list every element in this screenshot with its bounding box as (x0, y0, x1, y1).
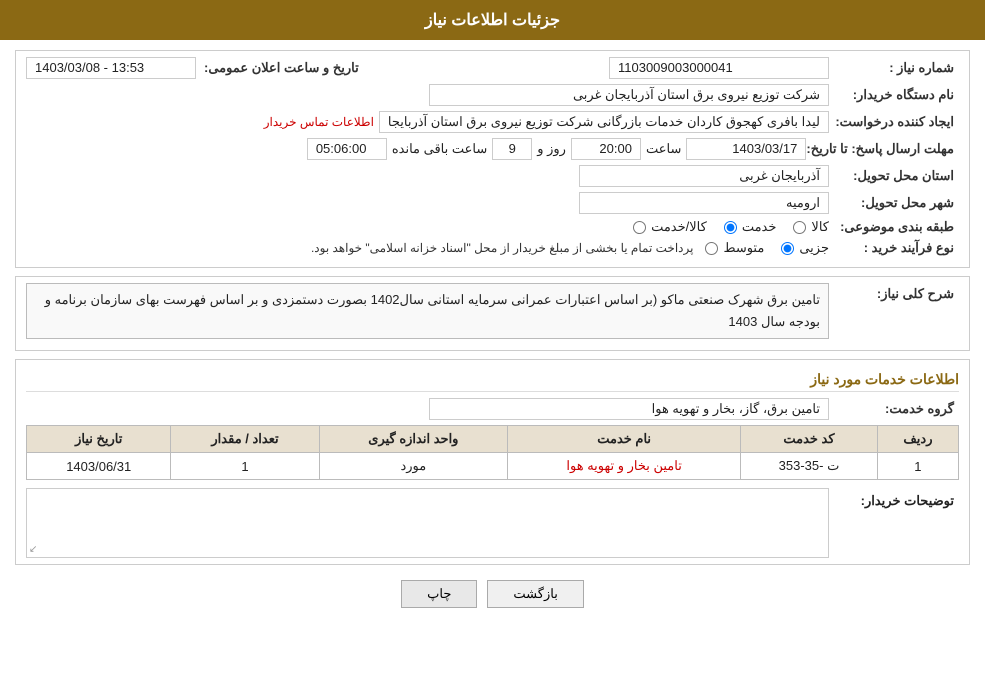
send-time-label: ساعت (646, 141, 681, 157)
category-khedmat-radio[interactable] (724, 221, 737, 234)
page-title: جزئیات اطلاعات نیاز (425, 12, 560, 29)
category-khedmat-label: خدمت (742, 219, 777, 235)
cell-date: 1403/06/31 (27, 453, 171, 480)
row-service-group: گروه خدمت: تامین برق، گاز، بخار و تهویه … (26, 398, 959, 420)
payment-note: پرداخت تمام یا بخشی از مبلغ خریدار از مح… (311, 241, 694, 255)
purchase-type-label: نوع فرآیند خرید : (829, 240, 959, 256)
category-kala-khedmat-label: کالا/خدمت (651, 219, 707, 235)
col-header-code: کد خدمت (741, 426, 878, 453)
buttons-row: بازگشت چاپ (15, 580, 970, 608)
page-header: جزئیات اطلاعات نیاز (0, 0, 985, 40)
description-value: تامین برق شهرک صنعتی ماکو (بر اساس اعتبا… (26, 283, 829, 339)
description-label: شرح کلی نیاز: (829, 283, 959, 302)
items-table: ردیف کد خدمت نام خدمت واحد اندازه گیری ت… (26, 425, 959, 480)
items-table-body: 1 ت -35-353 تامین بخار و تهویه هوا مورد … (27, 453, 959, 480)
print-button[interactable]: چاپ (401, 580, 477, 608)
buyer-org-value: شرکت توزیع نیروی برق استان آذربایجان غرب… (429, 84, 829, 106)
send-days-value: 9 (492, 138, 532, 160)
service-info-section: اطلاعات خدمات مورد نیاز گروه خدمت: تامین… (15, 359, 970, 565)
col-header-row: ردیف (877, 426, 958, 453)
buyer-notes-label: توضیحات خریدار: (829, 488, 959, 509)
items-table-header: ردیف کد خدمت نام خدمت واحد اندازه گیری ت… (27, 426, 959, 453)
items-table-header-row: ردیف کد خدمت نام خدمت واحد اندازه گیری ت… (27, 426, 959, 453)
cell-unit: مورد (319, 453, 508, 480)
city-label: شهر محل تحویل: (829, 195, 959, 211)
row-province: استان محل تحویل: آذربایجان غربی (26, 165, 959, 187)
purchase-motavasset-radio[interactable] (705, 242, 718, 255)
buyer-notes-section: توضیحات خریدار: ↙ (26, 488, 959, 558)
need-number-label: شماره نیاز : (829, 60, 959, 76)
purchase-jozi: جزیی (779, 240, 829, 256)
cell-name: تامین بخار و تهویه هوا (508, 453, 741, 480)
row-need-number: شماره نیاز : 1103009003000041 تاریخ و سا… (26, 57, 959, 79)
category-kala-khedmat: کالا/خدمت (631, 219, 707, 235)
cell-code: ت -35-353 (741, 453, 878, 480)
row-city: شهر محل تحویل: ارومیه (26, 192, 959, 214)
send-date-value: 1403/03/17 (686, 138, 806, 160)
purchase-jozi-radio[interactable] (781, 242, 794, 255)
category-kala-label: کالا (811, 219, 829, 235)
col-header-quantity: تعداد / مقدار (171, 426, 319, 453)
city-value: ارومیه (579, 192, 829, 214)
category-label: طبقه بندی موضوعی: (829, 219, 959, 235)
row-category: طبقه بندی موضوعی: کالا خدمت کالا/خدمت (26, 219, 959, 235)
description-section: شرح کلی نیاز: تامین برق شهرک صنعتی ماکو … (15, 276, 970, 351)
purchase-jozi-label: جزیی (799, 240, 829, 256)
info-section-top: شماره نیاز : 1103009003000041 تاریخ و سا… (15, 50, 970, 268)
creator-label: ایجاد کننده درخواست: (829, 114, 959, 130)
category-radio-group: کالا خدمت کالا/خدمت (631, 219, 829, 235)
cell-row: 1 (877, 453, 958, 480)
need-number-value: 1103009003000041 (609, 57, 829, 79)
row-description: شرح کلی نیاز: تامین برق شهرک صنعتی ماکو … (26, 283, 959, 339)
table-row: 1 ت -35-353 تامین بخار و تهویه هوا مورد … (27, 453, 959, 480)
row-send-date: مهلت ارسال پاسخ: تا تاریخ: 1403/03/17 سا… (26, 138, 959, 160)
send-remaining-value: 05:06:00 (307, 138, 387, 160)
province-value: آذربایجان غربی (579, 165, 829, 187)
main-content: شماره نیاز : 1103009003000041 تاریخ و سا… (0, 40, 985, 628)
service-info-title: اطلاعات خدمات مورد نیاز (26, 366, 959, 392)
row-buyer-org: نام دستگاه خریدار: شرکت توزیع نیروی برق … (26, 84, 959, 106)
col-header-name: نام خدمت (508, 426, 741, 453)
province-label: استان محل تحویل: (829, 168, 959, 184)
col-header-unit: واحد اندازه گیری (319, 426, 508, 453)
purchase-motavasset: متوسط (703, 240, 764, 256)
row-purchase-type: نوع فرآیند خرید : جزیی متوسط پرداخت تمام… (26, 240, 959, 256)
contact-link[interactable]: اطلاعات تماس خریدار (264, 115, 374, 129)
category-kala-khedmat-radio[interactable] (633, 221, 646, 234)
row-creator: ایجاد کننده درخواست: لیدا بافری کهجوق کا… (26, 111, 959, 133)
service-group-value: تامین برق، گاز، بخار و تهویه هوا (429, 398, 829, 420)
service-group-label: گروه خدمت: (829, 401, 959, 417)
resize-indicator: ↙ (29, 544, 37, 555)
buyer-org-label: نام دستگاه خریدار: (829, 87, 959, 103)
buyer-notes-content: ↙ (26, 488, 829, 558)
public-date-label: تاریخ و ساعت اعلان عمومی: (204, 60, 364, 76)
purchase-motavasset-label: متوسط (723, 240, 764, 256)
category-kala-radio[interactable] (793, 221, 806, 234)
public-date-value: 1403/03/08 - 13:53 (26, 57, 196, 79)
purchase-type-radio-group: جزیی متوسط (703, 240, 829, 256)
category-kala: کالا (791, 219, 829, 235)
creator-value: لیدا بافری کهجوق کاردان خدمات بازرگانی ش… (379, 111, 829, 133)
page-wrapper: جزئیات اطلاعات نیاز شماره نیاز : 1103009… (0, 0, 985, 691)
send-date-label: مهلت ارسال پاسخ: تا تاریخ: (806, 141, 959, 157)
send-time-value: 20:00 (571, 138, 641, 160)
send-remaining-label: ساعت باقی مانده (392, 141, 487, 157)
send-days-label: روز و (537, 141, 566, 157)
back-button[interactable]: بازگشت (487, 580, 583, 608)
cell-quantity: 1 (171, 453, 319, 480)
category-khedmat: خدمت (722, 219, 777, 235)
col-header-date: تاریخ نیاز (27, 426, 171, 453)
